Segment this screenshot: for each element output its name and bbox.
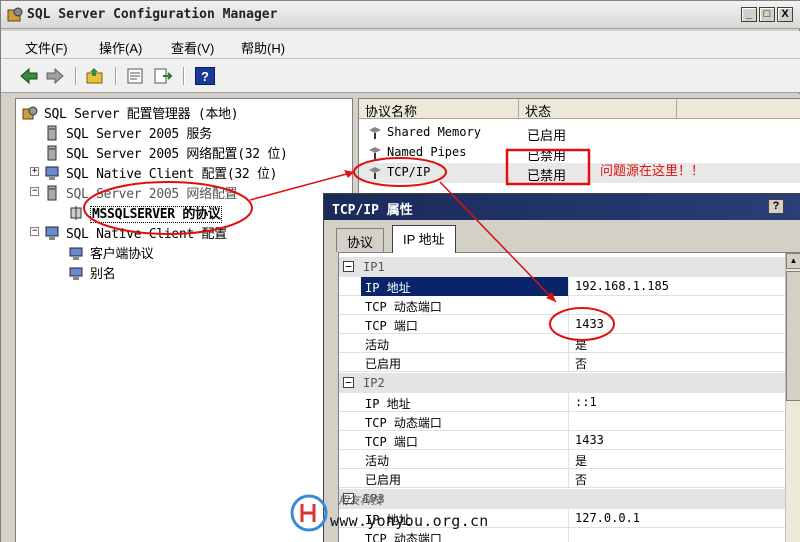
column-header-status[interactable]: 状态	[519, 99, 677, 119]
tree-item-native-client[interactable]: − SQL Native Client 配置	[30, 223, 227, 243]
server-icon	[47, 185, 57, 201]
watermark-brand: 用友科技	[338, 495, 382, 507]
export-icon[interactable]	[153, 67, 173, 85]
collapse-toggle[interactable]: −	[343, 261, 354, 272]
tree-pane: SQL Server 配置管理器 (本地) SQL Server 2005 服务…	[15, 98, 353, 542]
expand-toggle[interactable]: +	[30, 167, 39, 176]
dialog-title-bar: TCP/IP 属性 ?	[324, 194, 800, 220]
back-arrow-icon[interactable]	[19, 67, 39, 85]
protocol-icon	[369, 147, 381, 159]
alias-icon	[69, 267, 83, 280]
tree-item-native-client-32[interactable]: + SQL Native Client 配置(32 位)	[30, 163, 278, 183]
minimize-button[interactable]: _	[741, 7, 757, 22]
menu-action[interactable]: 操作(A)	[99, 38, 142, 57]
tcpip-properties-dialog: TCP/IP 属性 ? 协议 IP 地址 − IP1 IP 地址 192.168…	[323, 193, 800, 542]
tree-item-network-32[interactable]: SQL Server 2005 网络配置(32 位)	[44, 143, 288, 163]
property-row[interactable]: 已启用 否	[339, 353, 789, 372]
toolbar: ?	[1, 59, 800, 93]
protocol-icon	[369, 167, 381, 179]
property-row[interactable]: TCP 动态端口	[339, 412, 789, 431]
menu-file[interactable]: 文件(F)	[25, 38, 68, 57]
toolbar-separator	[183, 67, 185, 85]
properties-icon[interactable]	[125, 67, 145, 85]
list-item[interactable]: Named Pipes 已禁用	[359, 143, 800, 163]
vertical-scrollbar[interactable]: ▲	[785, 253, 800, 542]
menu-help[interactable]: 帮助(H)	[241, 38, 285, 57]
collapse-toggle[interactable]: −	[343, 377, 354, 388]
collapse-toggle[interactable]: −	[30, 227, 39, 236]
toolbar-separator	[115, 67, 117, 85]
property-row[interactable]: TCP 动态端口	[339, 296, 789, 315]
maximize-button[interactable]: □	[759, 7, 775, 22]
property-row[interactable]: 活动 是	[339, 334, 789, 353]
scrollbar-thumb[interactable]	[786, 271, 800, 401]
tree-item-client-protocols[interactable]: 客户端协议	[68, 243, 154, 263]
property-row[interactable]: IP 地址 ::1	[339, 393, 789, 412]
close-button[interactable]: X	[777, 7, 793, 22]
protocol-icon	[69, 247, 83, 260]
help-icon[interactable]: ?	[195, 67, 215, 85]
dialog-title: TCP/IP 属性	[332, 203, 413, 218]
property-row[interactable]: TCP 端口 1433	[339, 431, 789, 450]
collapse-toggle[interactable]: −	[30, 187, 39, 196]
property-row[interactable]: 已启用 否	[339, 469, 789, 488]
client-icon	[45, 226, 59, 240]
client-icon	[45, 166, 59, 180]
scroll-up-icon[interactable]: ▲	[786, 253, 800, 269]
config-manager-icon	[22, 106, 38, 120]
list-item[interactable]: Shared Memory 已启用	[359, 123, 800, 143]
up-folder-icon[interactable]	[85, 67, 105, 85]
toolbar-separator	[75, 67, 77, 85]
tree-root[interactable]: SQL Server 配置管理器 (本地)	[22, 103, 239, 123]
protocol-icon	[70, 206, 82, 220]
server-icon	[47, 145, 57, 161]
menu-bar: 文件(F) 操作(A) 查看(V) 帮助(H)	[1, 31, 800, 59]
column-header-empty	[677, 99, 800, 119]
tree-item-network[interactable]: − SQL Server 2005 网络配置	[30, 183, 238, 203]
property-row[interactable]: 活动 是	[339, 450, 789, 469]
config-manager-window: SQL Server Configuration Manager _ □ X 文…	[0, 0, 800, 542]
brand-logo-icon	[290, 494, 328, 532]
tree-item-services[interactable]: SQL Server 2005 服务	[44, 123, 212, 143]
server-icon	[47, 125, 57, 141]
annotation-note: 问题源在这里！！	[600, 163, 705, 178]
watermark: 用友科技 www.yonyou.org.cn	[290, 492, 510, 538]
window-title: SQL Server Configuration Manager	[27, 7, 278, 22]
app-icon	[7, 7, 23, 22]
forward-arrow-icon[interactable]	[45, 67, 65, 85]
tree-item-aliases[interactable]: 别名	[68, 263, 116, 283]
title-bar: SQL Server Configuration Manager _ □ X	[1, 1, 800, 29]
tab-ip-address[interactable]: IP 地址	[392, 225, 456, 253]
tree-item-mssqlserver-protocols[interactable]: MSSQLSERVER 的协议	[68, 203, 223, 223]
menu-view[interactable]: 查看(V)	[171, 38, 214, 57]
list-item[interactable]: TCP/IP 已禁用	[359, 163, 800, 183]
protocol-icon	[369, 127, 381, 139]
section-ip2[interactable]: − IP2	[339, 373, 789, 393]
property-row[interactable]: IP 地址 192.168.1.185	[339, 277, 789, 296]
property-row[interactable]: TCP 端口 1433	[339, 315, 789, 334]
section-ip1[interactable]: − IP1	[339, 257, 789, 277]
tab-protocol[interactable]: 协议	[336, 228, 385, 252]
column-header-protocol-name[interactable]: 协议名称	[359, 99, 519, 119]
watermark-url: www.yonyou.org.cn	[330, 512, 489, 530]
dialog-help-button[interactable]: ?	[768, 199, 784, 214]
